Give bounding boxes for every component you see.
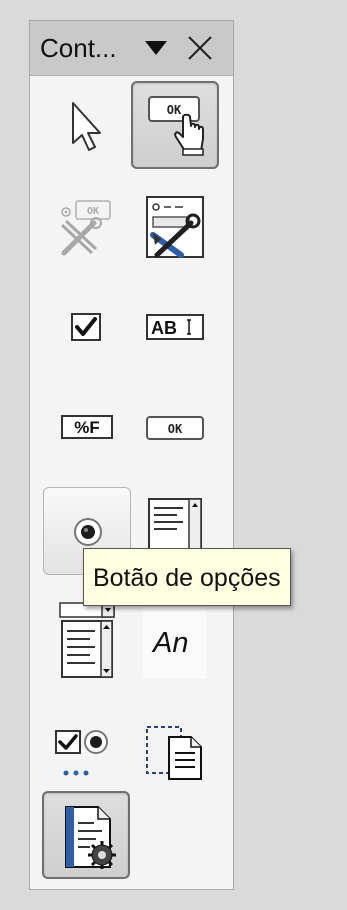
label-field-button[interactable]: An	[131, 599, 219, 687]
tooltip: Botão de opções	[83, 548, 291, 606]
text-box-button[interactable]: AB	[131, 283, 219, 371]
formatted-field-button[interactable]: %F	[40, 383, 128, 471]
toolbar-titlebar[interactable]: Cont...	[30, 21, 233, 76]
design-mode-button[interactable]: OK	[40, 183, 128, 271]
select-tool-button[interactable]	[40, 83, 128, 171]
close-icon[interactable]	[186, 34, 214, 62]
form-properties-button[interactable]	[131, 183, 219, 271]
combo-box-icon	[59, 602, 115, 678]
form-controls-toolbar: Cont... OK OK AB %F OK An	[29, 20, 234, 890]
form-design-tools-icon	[146, 196, 204, 258]
formatted-field-icon-label: %F	[74, 418, 100, 437]
label-field-icon-label: An	[153, 627, 189, 659]
form-design-button[interactable]	[42, 791, 130, 879]
formatted-field-icon: %F	[61, 415, 113, 439]
group-box-icon	[146, 726, 202, 780]
group-box-button[interactable]	[131, 697, 219, 785]
page: Cont... OK OK AB %F OK An Botão de opçõe…	[0, 0, 347, 910]
push-button-icon-label: OK	[168, 422, 183, 436]
design-mode-toggle-button[interactable]: OK	[131, 81, 219, 169]
more-controls-button[interactable]	[40, 697, 128, 785]
dropdown-arrow-icon[interactable]	[145, 41, 167, 55]
toolbar-title: Cont...	[40, 33, 117, 63]
svg-text:OK: OK	[167, 103, 182, 117]
push-button-icon: OK	[146, 416, 204, 440]
push-button-button[interactable]: OK	[131, 383, 219, 471]
label-field-icon: An	[143, 607, 207, 679]
check-box-button[interactable]	[40, 283, 128, 371]
text-box-icon: AB	[146, 314, 204, 340]
svg-text:OK: OK	[87, 206, 99, 217]
arrow-pointer-icon	[72, 102, 101, 151]
ok-button-hand-cursor-icon: OK	[148, 96, 204, 156]
form-design-icon	[65, 806, 116, 869]
combo-box-button[interactable]	[40, 601, 128, 689]
design-tools-disabled-icon: OK	[60, 200, 111, 256]
more-controls-icon	[55, 730, 108, 776]
text-box-icon-label: AB	[151, 318, 177, 338]
checkbox-icon	[71, 313, 101, 341]
